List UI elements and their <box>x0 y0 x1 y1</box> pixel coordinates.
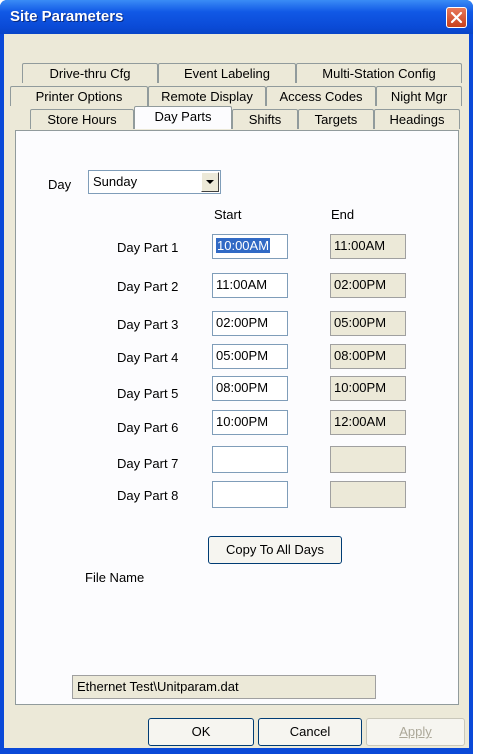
day-part-label: Day Part 1 <box>117 240 179 255</box>
day-part-end-field: 02:00PM <box>330 273 406 298</box>
start-column-header: Start <box>214 207 242 222</box>
day-part-end-field <box>330 481 406 508</box>
day-part-start-input[interactable]: 11:00AM <box>212 273 288 298</box>
apply-button: Apply <box>366 718 465 746</box>
ok-button[interactable]: OK <box>148 718 254 746</box>
day-part-label: Day Part 5 <box>117 386 179 401</box>
day-part-end-field: 05:00PM <box>330 311 406 336</box>
day-part-label: Day Part 6 <box>117 420 179 435</box>
day-part-start-input[interactable]: 08:00PM <box>212 376 288 401</box>
day-dropdown-value: Sunday <box>93 174 138 189</box>
dropdown-button[interactable] <box>201 172 219 192</box>
copy-to-all-days-button[interactable]: Copy To All Days <box>208 536 342 564</box>
day-part-label: Day Part 7 <box>117 456 179 471</box>
day-part-start-input[interactable]: 10:00AM <box>212 234 288 259</box>
day-part-start-input[interactable] <box>212 481 288 508</box>
day-part-label: Day Part 4 <box>117 350 179 365</box>
day-part-start-input[interactable]: 10:00PM <box>212 410 288 435</box>
chevron-down-icon <box>206 180 214 184</box>
day-part-start-input[interactable]: 05:00PM <box>212 344 288 369</box>
cancel-button[interactable]: Cancel <box>258 718 362 746</box>
day-part-start-input[interactable] <box>212 446 288 473</box>
day-part-end-field: 08:00PM <box>330 344 406 369</box>
day-part-end-field: 12:00AM <box>330 410 406 435</box>
day-part-label: Day Part 3 <box>117 317 179 332</box>
file-name-field: Ethernet Test\Unitparam.dat <box>72 675 376 699</box>
day-part-end-field: 10:00PM <box>330 376 406 401</box>
day-part-end-field: 11:00AM <box>330 234 406 259</box>
file-name-label: File Name <box>85 570 145 585</box>
day-part-label: Day Part 8 <box>117 488 179 503</box>
day-part-end-field <box>330 446 406 473</box>
day-label: Day <box>48 177 72 192</box>
day-part-start-input[interactable]: 02:00PM <box>212 311 288 336</box>
end-column-header: End <box>331 207 355 222</box>
day-dropdown[interactable]: Sunday <box>88 170 221 194</box>
day-part-label: Day Part 2 <box>117 279 179 294</box>
day-part-start-value: 10:00AM <box>216 238 271 253</box>
